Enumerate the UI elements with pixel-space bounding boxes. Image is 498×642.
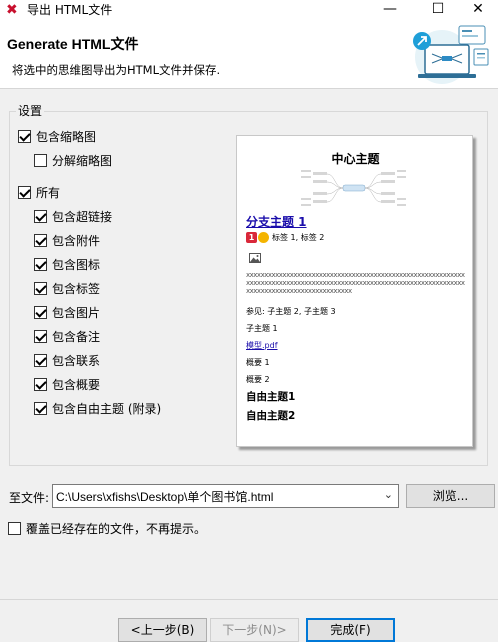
include-labels-checkbox[interactable]: 包含标签 bbox=[34, 281, 100, 297]
preview-summary-1: 概要 1 bbox=[246, 358, 270, 367]
preview-marker-row: 1 标签 1, 标签 2 bbox=[246, 231, 324, 245]
checkbox-box[interactable] bbox=[18, 186, 31, 199]
app-logo-icon: ✖ bbox=[6, 2, 18, 18]
checkbox-box[interactable] bbox=[34, 154, 47, 167]
footer-divider bbox=[0, 599, 498, 600]
checkbox-label: 所有 bbox=[36, 186, 61, 200]
finish-button[interactable]: 完成(F) bbox=[306, 618, 395, 642]
page-subtitle: 将选中的思维图导出为HTML文件并保存. bbox=[12, 63, 221, 77]
checkbox-box[interactable] bbox=[34, 210, 47, 223]
close-button[interactable]: ✕ bbox=[458, 0, 498, 20]
checkbox-box[interactable] bbox=[34, 234, 47, 247]
preview-labels: 标签 1, 标签 2 bbox=[272, 233, 325, 242]
priority-1-icon: 1 bbox=[246, 232, 257, 243]
export-illustration-icon bbox=[413, 25, 489, 84]
select-all-checkbox[interactable]: 所有 bbox=[18, 185, 60, 201]
preview-note-text: xxxxxxxxxxxxxxxxxxxxxxxxxxxxxxxxxxxxxxxx… bbox=[246, 271, 465, 295]
checkbox-box[interactable] bbox=[34, 258, 47, 271]
title-bar: ✖ 导出 HTML文件 — ☐ ✕ bbox=[0, 0, 498, 20]
back-button[interactable]: <上一步(B) bbox=[118, 618, 207, 642]
file-path-input[interactable] bbox=[53, 485, 373, 507]
checkbox-box[interactable] bbox=[8, 522, 21, 535]
include-summaries-checkbox[interactable]: 包含概要 bbox=[34, 377, 100, 393]
preview-branch-heading: 分支主题 1 bbox=[246, 215, 307, 229]
checkbox-label: 包含联系 bbox=[52, 354, 101, 368]
chevron-down-icon[interactable]: ⌄ bbox=[384, 488, 393, 501]
checkbox-label: 包含超链接 bbox=[52, 210, 113, 224]
checkbox-label: 包含概要 bbox=[52, 378, 101, 392]
checkbox-box[interactable] bbox=[34, 378, 47, 391]
checkbox-label: 包含备注 bbox=[52, 330, 101, 344]
preview-page: 中心主题 分支主题 1 1 标签 1, 标签 2 xxxxxxxxxxxxxxxx… bbox=[236, 135, 473, 447]
include-icons-checkbox[interactable]: 包含图标 bbox=[34, 257, 100, 273]
checkbox-label: 覆盖已经存在的文件，不再提示。 bbox=[26, 522, 207, 536]
preview-free-topic-2: 自由主题2 bbox=[246, 410, 296, 422]
checkbox-box[interactable] bbox=[34, 330, 47, 343]
file-label: 至文件: bbox=[9, 491, 50, 505]
include-hyperlinks-checkbox[interactable]: 包含超链接 bbox=[34, 209, 112, 225]
overwrite-checkbox[interactable]: 覆盖已经存在的文件，不再提示。 bbox=[8, 521, 206, 537]
checkbox-label: 包含自由主题 (附录) bbox=[52, 402, 162, 416]
include-free-topics-checkbox[interactable]: 包含自由主题 (附录) bbox=[34, 401, 161, 417]
checkbox-label: 包含图标 bbox=[52, 258, 101, 272]
checkbox-box[interactable] bbox=[34, 402, 47, 415]
include-relationships-checkbox[interactable]: 包含联系 bbox=[34, 353, 100, 369]
include-thumbnail-checkbox[interactable]: 包含缩略图 bbox=[18, 129, 96, 145]
checkbox-label: 包含附件 bbox=[52, 234, 101, 248]
image-placeholder-icon bbox=[249, 253, 261, 263]
checkbox-label: 包含图片 bbox=[52, 306, 101, 320]
file-path-combobox[interactable]: ⌄ bbox=[52, 484, 399, 508]
include-attachments-checkbox[interactable]: 包含附件 bbox=[34, 233, 100, 249]
mindmap-thumbnail-icon bbox=[301, 170, 406, 206]
preview-attachment-link: 模型.pdf bbox=[246, 341, 278, 350]
preview-central-topic: 中心主题 bbox=[331, 152, 380, 166]
preview-subtopic: 子主题 1 bbox=[246, 324, 278, 333]
preview-see-also: 参见: 子主题 2, 子主题 3 bbox=[246, 307, 336, 316]
wizard-header: Generate HTML文件 将选中的思维图导出为HTML文件并保存. bbox=[0, 20, 498, 89]
window-title: 导出 HTML文件 bbox=[27, 3, 113, 17]
preview-summary-2: 概要 2 bbox=[246, 375, 270, 384]
settings-group-label: 设置 bbox=[16, 104, 45, 118]
checkbox-label: 包含标签 bbox=[52, 282, 101, 296]
split-thumbnail-checkbox[interactable]: 分解缩略图 bbox=[34, 153, 112, 169]
smiley-icon bbox=[258, 232, 269, 243]
browse-button[interactable]: 浏览... bbox=[406, 484, 495, 508]
checkbox-label: 分解缩略图 bbox=[52, 154, 113, 168]
minimize-button[interactable]: — bbox=[370, 0, 410, 20]
checkbox-box[interactable] bbox=[34, 282, 47, 295]
include-notes-checkbox[interactable]: 包含备注 bbox=[34, 329, 100, 345]
include-images-checkbox[interactable]: 包含图片 bbox=[34, 305, 100, 321]
next-button[interactable]: 下一步(N)> bbox=[210, 618, 299, 642]
checkbox-box[interactable] bbox=[18, 130, 31, 143]
checkbox-box[interactable] bbox=[34, 354, 47, 367]
maximize-button[interactable]: ☐ bbox=[418, 0, 458, 20]
preview-free-topic-1: 自由主题1 bbox=[246, 391, 296, 403]
page-title: Generate HTML文件 bbox=[7, 36, 139, 52]
checkbox-label: 包含缩略图 bbox=[36, 130, 97, 144]
checkbox-box[interactable] bbox=[34, 306, 47, 319]
